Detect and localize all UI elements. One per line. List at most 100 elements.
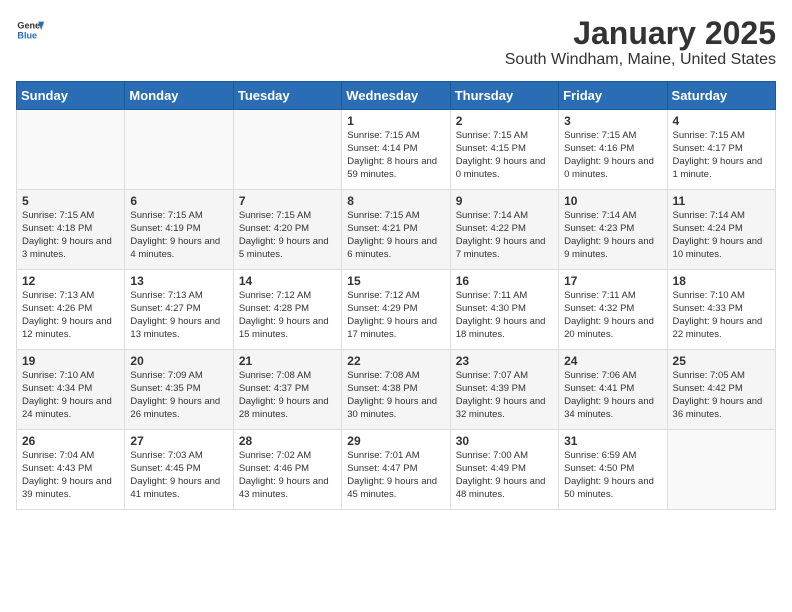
cell-content: Sunrise: 7:11 AM Sunset: 4:30 PM Dayligh…: [456, 290, 553, 341]
calendar-cell: [667, 430, 775, 510]
calendar-cell: 31 Sunrise: 6:59 AM Sunset: 4:50 PM Dayli…: [559, 430, 667, 510]
day-header-sunday: Sunday: [17, 82, 125, 110]
day-number: 30: [456, 434, 553, 448]
cell-content: Sunrise: 7:00 AM Sunset: 4:49 PM Dayligh…: [456, 450, 553, 501]
calendar-cell: 19 Sunrise: 7:10 AM Sunset: 4:34 PM Dayli…: [17, 350, 125, 430]
day-number: 5: [22, 194, 119, 208]
day-header-thursday: Thursday: [450, 82, 558, 110]
cell-content: Sunrise: 7:15 AM Sunset: 4:18 PM Dayligh…: [22, 210, 119, 261]
day-number: 28: [239, 434, 336, 448]
day-number: 12: [22, 274, 119, 288]
page-subtitle: South Windham, Maine, United States: [505, 51, 776, 69]
calendar-cell: 14Sunrise: 7:12 AM Sunset: 4:28 PM Dayli…: [233, 270, 341, 350]
logo-icon: General Blue: [16, 16, 44, 44]
week-row-1: 5 Sunrise: 7:15 AM Sunset: 4:18 PM Daylig…: [17, 190, 776, 270]
day-number: 31: [564, 434, 661, 448]
day-number: 7: [239, 194, 336, 208]
calendar-cell: 29 Sunrise: 7:01 AM Sunset: 4:47 PM Dayli…: [342, 430, 450, 510]
calendar-cell: 10 Sunrise: 7:14 AM Sunset: 4:23 PM Dayli…: [559, 190, 667, 270]
cell-content: Sunrise: 7:15 AM Sunset: 4:19 PM Dayligh…: [130, 210, 227, 261]
day-number: 14: [239, 274, 336, 288]
day-number: 26: [22, 434, 119, 448]
calendar-cell: 18Sunrise: 7:10 AM Sunset: 4:33 PM Dayli…: [667, 270, 775, 350]
day-number: 25: [673, 354, 770, 368]
calendar-cell: 13 Sunrise: 7:13 AM Sunset: 4:27 PM Dayli…: [125, 270, 233, 350]
calendar-cell: 6Sunrise: 7:15 AM Sunset: 4:19 PM Daylig…: [125, 190, 233, 270]
day-number: 17: [564, 274, 661, 288]
cell-content: Sunrise: 7:15 AM Sunset: 4:20 PM Dayligh…: [239, 210, 336, 261]
calendar-cell: 3 Sunrise: 7:15 AM Sunset: 4:16 PM Daylig…: [559, 110, 667, 190]
calendar-body: 1 Sunrise: 7:15 AM Sunset: 4:14 PM Daylig…: [17, 110, 776, 510]
week-row-4: 26 Sunrise: 7:04 AM Sunset: 4:43 PM Dayli…: [17, 430, 776, 510]
header: General Blue January 2025 South Windham,…: [16, 16, 776, 69]
day-header-friday: Friday: [559, 82, 667, 110]
calendar-cell: 9 Sunrise: 7:14 AM Sunset: 4:22 PM Daylig…: [450, 190, 558, 270]
calendar-cell: 7 Sunrise: 7:15 AM Sunset: 4:20 PM Daylig…: [233, 190, 341, 270]
day-number: 2: [456, 114, 553, 128]
cell-content: Sunrise: 7:15 AM Sunset: 4:16 PM Dayligh…: [564, 130, 661, 181]
cell-content: Sunrise: 7:14 AM Sunset: 4:24 PM Dayligh…: [673, 210, 770, 261]
cell-content: Sunrise: 7:11 AM Sunset: 4:32 PM Dayligh…: [564, 290, 661, 341]
day-number: 19: [22, 354, 119, 368]
calendar-cell: 23 Sunrise: 7:07 AM Sunset: 4:39 PM Dayli…: [450, 350, 558, 430]
cell-content: Sunrise: 7:10 AM Sunset: 4:34 PM Dayligh…: [22, 370, 119, 421]
logo: General Blue: [16, 16, 44, 44]
title-area: January 2025 South Windham, Maine, Unite…: [505, 16, 776, 69]
calendar-cell: 17 Sunrise: 7:11 AM Sunset: 4:32 PM Dayli…: [559, 270, 667, 350]
calendar-header: SundayMondayTuesdayWednesdayThursdayFrid…: [17, 82, 776, 110]
cell-content: Sunrise: 7:01 AM Sunset: 4:47 PM Dayligh…: [347, 450, 444, 501]
cell-content: Sunrise: 7:08 AM Sunset: 4:37 PM Dayligh…: [239, 370, 336, 421]
calendar-cell: 26 Sunrise: 7:04 AM Sunset: 4:43 PM Dayli…: [17, 430, 125, 510]
cell-content: Sunrise: 7:14 AM Sunset: 4:22 PM Dayligh…: [456, 210, 553, 261]
day-number: 9: [456, 194, 553, 208]
day-header-monday: Monday: [125, 82, 233, 110]
calendar-cell: 8Sunrise: 7:15 AM Sunset: 4:21 PM Daylig…: [342, 190, 450, 270]
day-number: 15: [347, 274, 444, 288]
cell-content: Sunrise: 7:10 AM Sunset: 4:33 PM Dayligh…: [673, 290, 770, 341]
day-number: 10: [564, 194, 661, 208]
calendar-cell: 21 Sunrise: 7:08 AM Sunset: 4:37 PM Dayli…: [233, 350, 341, 430]
cell-content: Sunrise: 7:15 AM Sunset: 4:15 PM Dayligh…: [456, 130, 553, 181]
calendar-cell: 22 Sunrise: 7:08 AM Sunset: 4:38 PM Dayli…: [342, 350, 450, 430]
cell-content: Sunrise: 7:13 AM Sunset: 4:27 PM Dayligh…: [130, 290, 227, 341]
page-title: January 2025: [505, 16, 776, 51]
day-number: 29: [347, 434, 444, 448]
cell-content: Sunrise: 7:14 AM Sunset: 4:23 PM Dayligh…: [564, 210, 661, 261]
calendar: SundayMondayTuesdayWednesdayThursdayFrid…: [16, 81, 776, 510]
svg-text:Blue: Blue: [17, 30, 37, 40]
cell-content: Sunrise: 7:06 AM Sunset: 4:41 PM Dayligh…: [564, 370, 661, 421]
cell-content: Sunrise: 6:59 AM Sunset: 4:50 PM Dayligh…: [564, 450, 661, 501]
day-number: 22: [347, 354, 444, 368]
cell-content: Sunrise: 7:04 AM Sunset: 4:43 PM Dayligh…: [22, 450, 119, 501]
calendar-cell: 27Sunrise: 7:03 AM Sunset: 4:45 PM Dayli…: [125, 430, 233, 510]
calendar-cell: 15Sunrise: 7:12 AM Sunset: 4:29 PM Dayli…: [342, 270, 450, 350]
day-number: 21: [239, 354, 336, 368]
calendar-cell: 25Sunrise: 7:05 AM Sunset: 4:42 PM Dayli…: [667, 350, 775, 430]
calendar-cell: [17, 110, 125, 190]
day-number: 24: [564, 354, 661, 368]
day-number: 20: [130, 354, 227, 368]
calendar-cell: [125, 110, 233, 190]
day-number: 23: [456, 354, 553, 368]
day-header-tuesday: Tuesday: [233, 82, 341, 110]
day-number: 13: [130, 274, 227, 288]
calendar-cell: 24 Sunrise: 7:06 AM Sunset: 4:41 PM Dayli…: [559, 350, 667, 430]
week-row-3: 19 Sunrise: 7:10 AM Sunset: 4:34 PM Dayli…: [17, 350, 776, 430]
week-row-0: 1 Sunrise: 7:15 AM Sunset: 4:14 PM Daylig…: [17, 110, 776, 190]
calendar-cell: 20Sunrise: 7:09 AM Sunset: 4:35 PM Dayli…: [125, 350, 233, 430]
day-number: 16: [456, 274, 553, 288]
calendar-cell: 16 Sunrise: 7:11 AM Sunset: 4:30 PM Dayli…: [450, 270, 558, 350]
cell-content: Sunrise: 7:07 AM Sunset: 4:39 PM Dayligh…: [456, 370, 553, 421]
cell-content: Sunrise: 7:08 AM Sunset: 4:38 PM Dayligh…: [347, 370, 444, 421]
day-header-saturday: Saturday: [667, 82, 775, 110]
calendar-cell: [233, 110, 341, 190]
calendar-cell: 1 Sunrise: 7:15 AM Sunset: 4:14 PM Daylig…: [342, 110, 450, 190]
cell-content: Sunrise: 7:15 AM Sunset: 4:17 PM Dayligh…: [673, 130, 770, 181]
cell-content: Sunrise: 7:15 AM Sunset: 4:14 PM Dayligh…: [347, 130, 444, 181]
day-number: 1: [347, 114, 444, 128]
calendar-cell: 12Sunrise: 7:13 AM Sunset: 4:26 PM Dayli…: [17, 270, 125, 350]
cell-content: Sunrise: 7:15 AM Sunset: 4:21 PM Dayligh…: [347, 210, 444, 261]
day-number: 11: [673, 194, 770, 208]
day-number: 3: [564, 114, 661, 128]
day-header-wednesday: Wednesday: [342, 82, 450, 110]
